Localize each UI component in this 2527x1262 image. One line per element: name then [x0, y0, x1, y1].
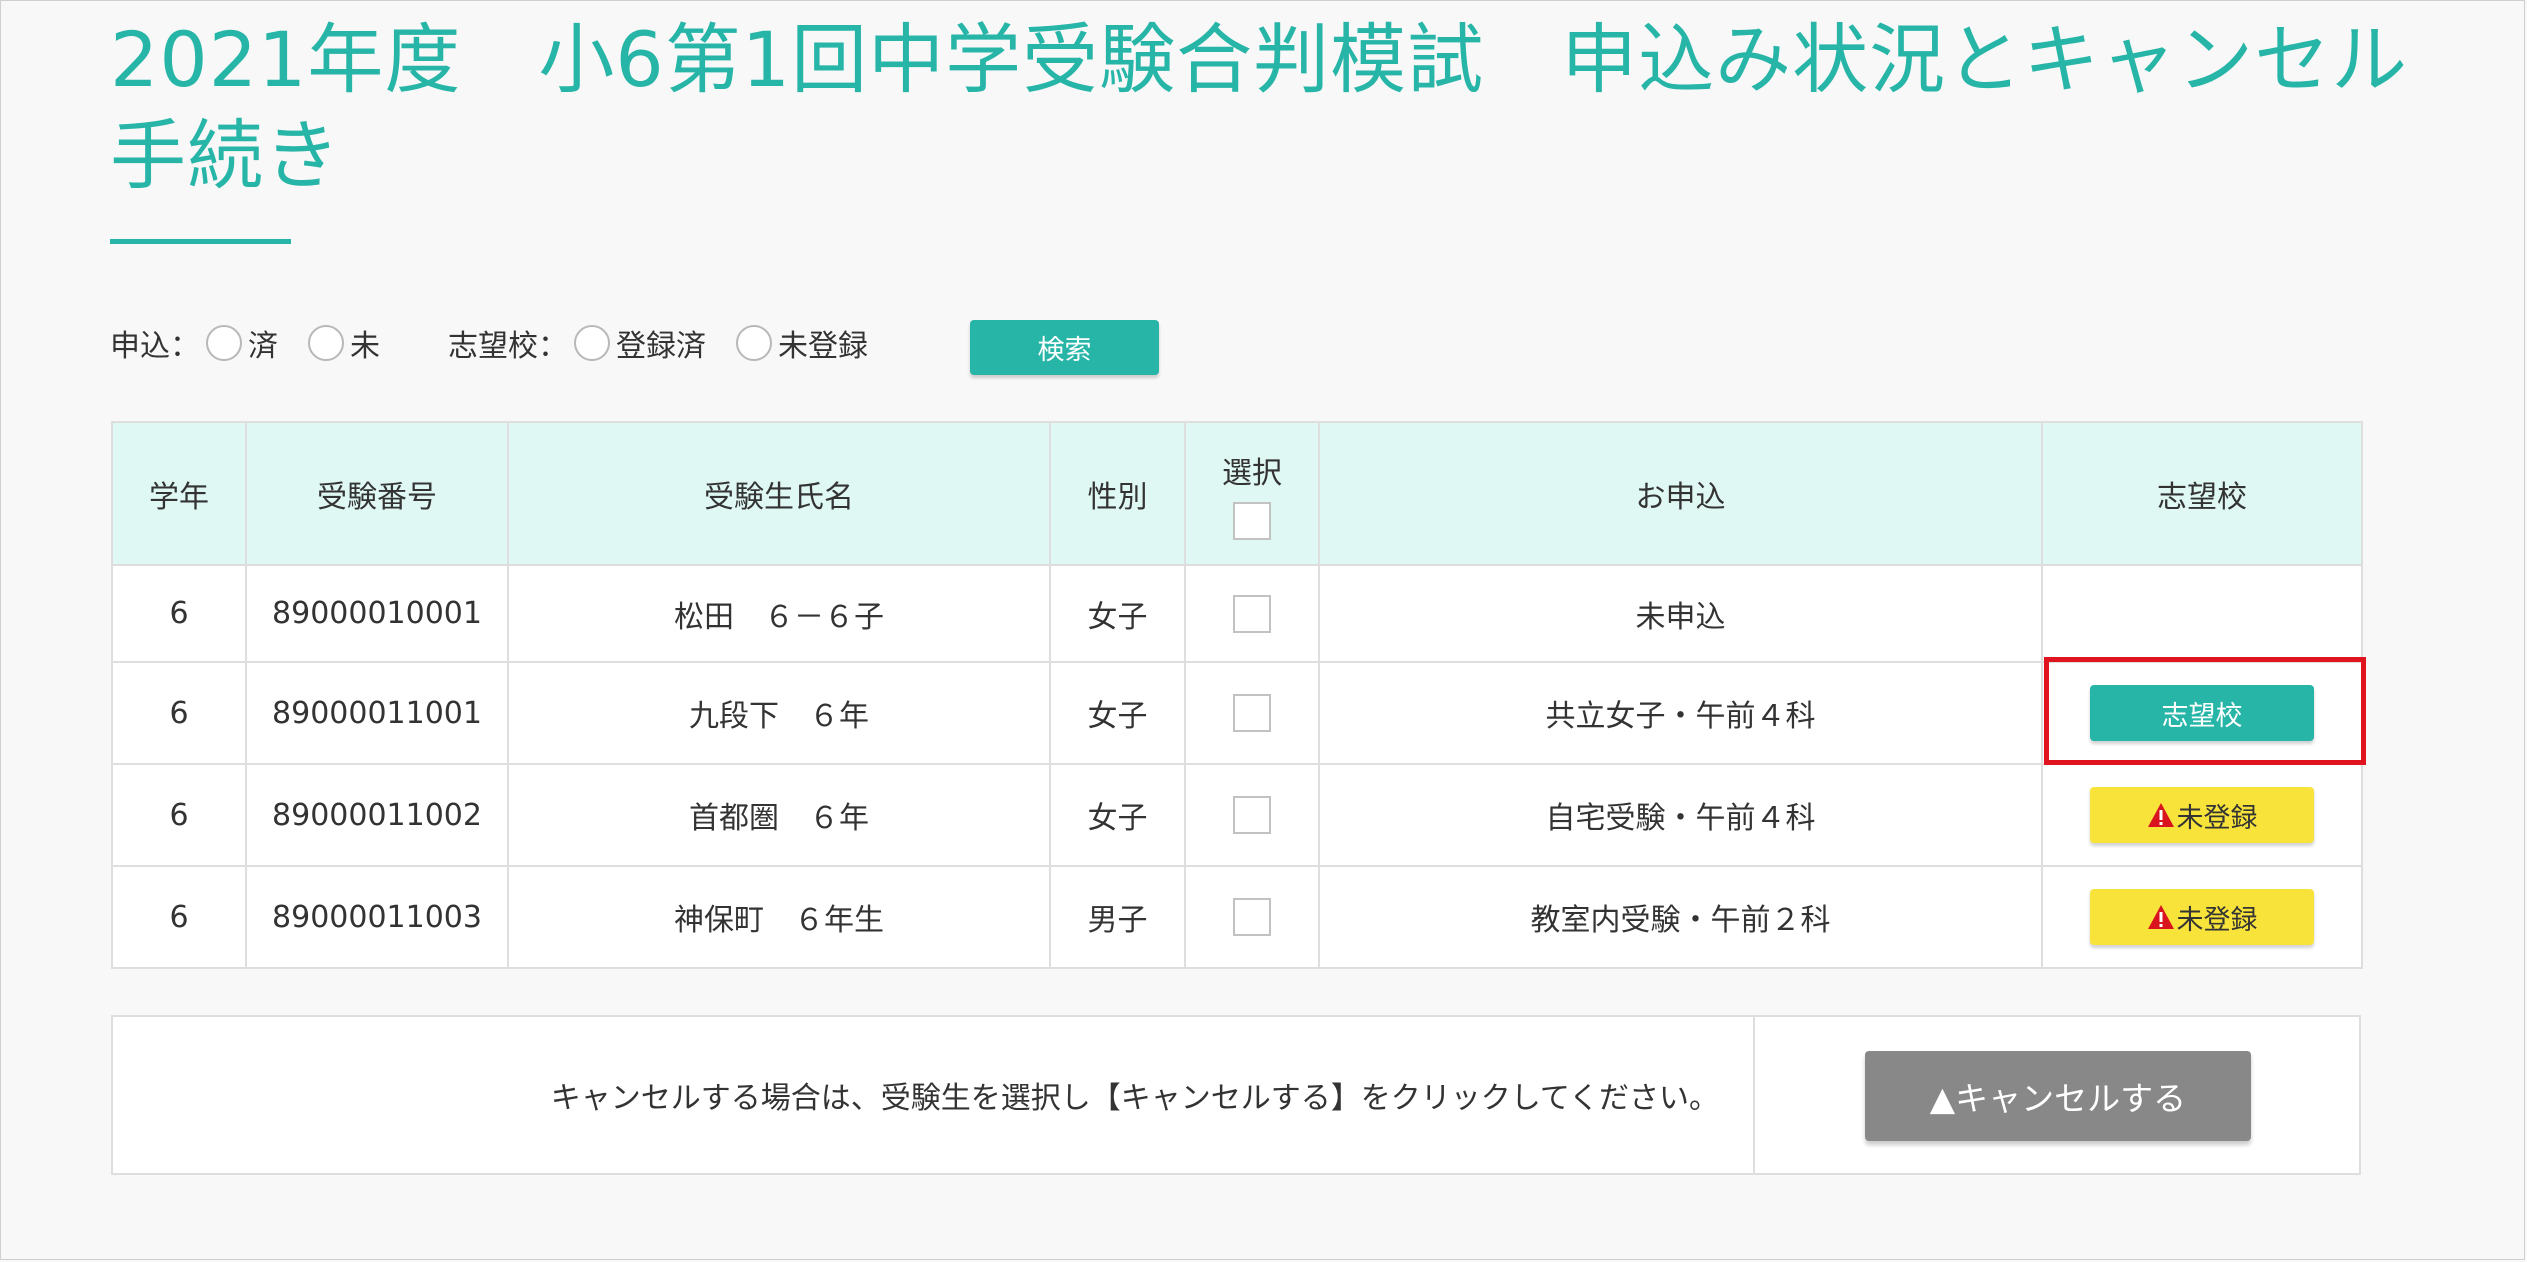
header-gender: 性別 [1049, 421, 1186, 566]
row-select-checkbox[interactable] [1233, 898, 1271, 936]
header-exam-number: 受験番号 [245, 421, 509, 566]
cell-select [1184, 865, 1320, 969]
cell-gender: 男子 [1049, 865, 1186, 969]
table-row: 6 89000010001 松田 ６－６子 女子 未申込 [111, 564, 2363, 663]
apply-not-option[interactable]: 未 [308, 321, 380, 365]
cell-student-name: 松田 ６－６子 [507, 564, 1051, 663]
title-underline [110, 239, 291, 244]
row-select-checkbox[interactable] [1233, 694, 1271, 732]
unregistered-label: 未登録 [2176, 904, 2258, 936]
school-registered-option[interactable]: 登録済 [574, 321, 706, 365]
cell-exam-number: 89000010001 [245, 564, 509, 663]
cell-school: 志望校 [2041, 661, 2363, 765]
header-school: 志望校 [2041, 421, 2363, 566]
school-unregistered-option[interactable]: 未登録 [736, 321, 868, 365]
cell-select [1184, 661, 1320, 765]
apply-done-label: 済 [248, 329, 278, 364]
page-title: 2021年度 小6第1回中学受験合判模試 申込み状況とキャンセル手続き [110, 15, 2409, 200]
table-row: 6 89000011001 九段下 ６年 女子 共立女子・午前４科 志望校 [111, 661, 2363, 765]
table-row: 6 89000011003 神保町 ６年生 男子 教室内受験・午前２科 未登録 [111, 865, 2363, 969]
cell-gender: 女子 [1049, 763, 1186, 867]
school-filter-label: 志望校： [448, 329, 568, 364]
unregistered-school-button[interactable]: 未登録 [2090, 889, 2314, 945]
cell-grade: 6 [111, 865, 247, 969]
cell-gender: 女子 [1049, 564, 1186, 663]
unregistered-label: 未登録 [2176, 802, 2258, 834]
header-application: お申込 [1318, 421, 2043, 566]
cell-school: 未登録 [2041, 865, 2363, 969]
header-grade: 学年 [111, 421, 247, 566]
cell-exam-number: 89000011003 [245, 865, 509, 969]
header-select-label: 選択 [1222, 455, 1282, 491]
row-select-checkbox[interactable] [1233, 796, 1271, 834]
school-registered-radio[interactable] [574, 325, 610, 361]
school-button[interactable]: 志望校 [2090, 685, 2314, 741]
table-header-row: 学年 受験番号 受験生氏名 性別 選択 お申込 志望校 [111, 421, 2363, 566]
school-unregistered-label: 未登録 [778, 329, 868, 364]
header-select: 選択 [1184, 421, 1320, 566]
cancel-button[interactable]: ▲キャンセルする [1865, 1051, 2251, 1141]
school-unregistered-radio[interactable] [736, 325, 772, 361]
select-all-checkbox[interactable] [1233, 501, 1271, 540]
cell-gender: 女子 [1049, 661, 1186, 765]
cell-student-name: 九段下 ６年 [507, 661, 1051, 765]
search-button[interactable]: 検索 [970, 320, 1159, 375]
filter-bar: 申込： 済 未 志望校： 登録済 未登録 [110, 318, 898, 368]
apply-not-radio[interactable] [308, 325, 344, 361]
header-student-name: 受験生氏名 [507, 421, 1051, 566]
cell-application: 教室内受験・午前２科 [1318, 865, 2043, 969]
cell-grade: 6 [111, 763, 247, 867]
school-registered-label: 登録済 [616, 329, 706, 364]
table-row: 6 89000011002 首都圏 ６年 女子 自宅受験・午前４科 未登録 [111, 763, 2363, 867]
cell-select [1184, 564, 1320, 663]
cell-application: 未申込 [1318, 564, 2043, 663]
row-select-checkbox[interactable] [1233, 594, 1271, 633]
cell-student-name: 首都圏 ６年 [507, 763, 1051, 867]
unregistered-school-button[interactable]: 未登録 [2090, 787, 2314, 843]
apply-filter-label: 申込： [110, 329, 200, 364]
cell-application: 自宅受験・午前４科 [1318, 763, 2043, 867]
cancel-panel: キャンセルする場合は、受験生を選択し【キャンセルする】をクリックしてください。 … [111, 1015, 2361, 1175]
cell-grade: 6 [111, 661, 247, 765]
students-table: 学年 受験番号 受験生氏名 性別 選択 お申込 志望校 6 8900001000… [111, 421, 2363, 969]
cell-application: 共立女子・午前４科 [1318, 661, 2043, 765]
cancel-divider [1753, 1017, 1755, 1173]
warning-triangle-icon [2147, 803, 2174, 827]
cell-student-name: 神保町 ６年生 [507, 865, 1051, 969]
cell-school [2041, 564, 2363, 663]
cell-select [1184, 763, 1320, 867]
cell-grade: 6 [111, 564, 247, 663]
cell-exam-number: 89000011001 [245, 661, 509, 765]
cell-school: 未登録 [2041, 763, 2363, 867]
apply-done-option[interactable]: 済 [206, 321, 278, 365]
apply-not-label: 未 [350, 329, 380, 364]
apply-done-radio[interactable] [206, 325, 242, 361]
warning-triangle-icon [2147, 905, 2174, 929]
cancel-instruction: キャンセルする場合は、受験生を選択し【キャンセルする】をクリックしてください。 [550, 1081, 1719, 1116]
cell-exam-number: 89000011002 [245, 763, 509, 867]
